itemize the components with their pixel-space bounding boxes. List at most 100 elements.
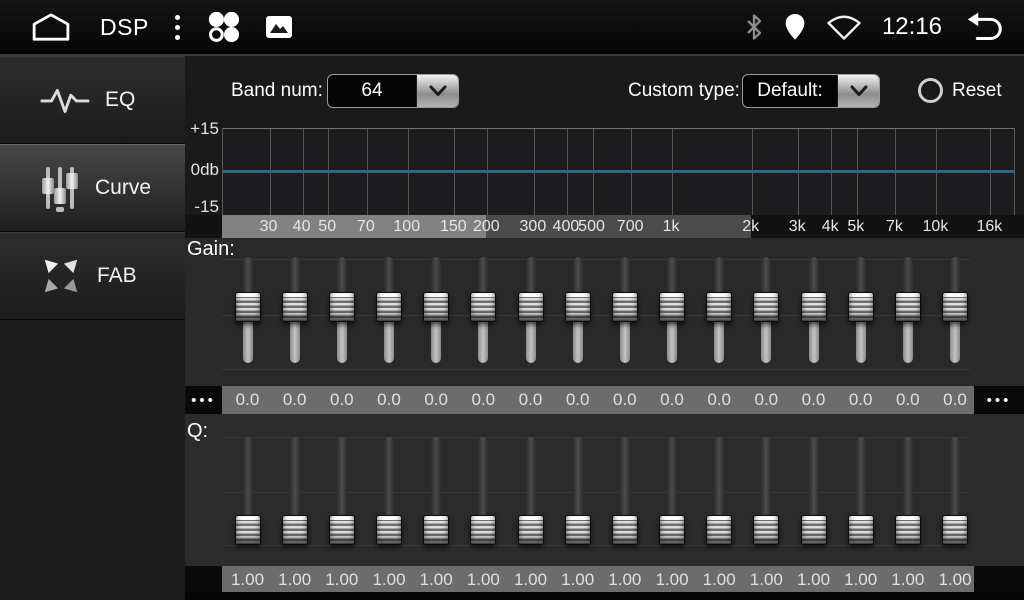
gain-slider-15[interactable]: [895, 238, 921, 386]
q-slider-6[interactable]: [470, 414, 496, 562]
gain-slider-thumb[interactable]: [470, 292, 496, 322]
gain-slider-4[interactable]: [376, 238, 402, 386]
freq-tick-label: 400: [553, 215, 580, 238]
q-value-6: 1.00: [467, 566, 500, 593]
freq-tick-label: 2k: [742, 215, 759, 238]
gain-slider-9[interactable]: [612, 238, 638, 386]
apps-clover-icon[interactable]: [206, 10, 240, 44]
freq-tick-label: 4k: [822, 215, 839, 238]
gain-slider-thumb[interactable]: [706, 292, 732, 322]
q-slider-16[interactable]: [942, 414, 968, 562]
q-values-row: 1.001.001.001.001.001.001.001.001.001.00…: [185, 566, 1024, 592]
gain-overflow-right-button[interactable]: •••: [974, 386, 1024, 414]
gain-slider-2[interactable]: [282, 238, 308, 386]
q-slider-thumb[interactable]: [235, 515, 261, 545]
q-slider-10[interactable]: [659, 414, 685, 562]
freq-tick-label: 500: [578, 215, 605, 238]
gain-slider-thumb[interactable]: [376, 292, 402, 322]
gain-slider-7[interactable]: [518, 238, 544, 386]
gain-slider-3[interactable]: [329, 238, 355, 386]
frequency-axis: 304050701001502003004005007001k2k3k4k5k7…: [185, 215, 1024, 238]
gain-slider-thumb[interactable]: [329, 292, 355, 322]
gain-slider-thumb[interactable]: [895, 292, 921, 322]
q-slider-thumb[interactable]: [895, 515, 921, 545]
reset-radio[interactable]: [918, 78, 943, 103]
gain-slider-thumb[interactable]: [848, 292, 874, 322]
gain-slider-1[interactable]: [235, 238, 261, 386]
sidebar-item-eq[interactable]: EQ: [0, 56, 185, 144]
q-slider-8[interactable]: [565, 414, 591, 562]
q-slider-thumb[interactable]: [942, 515, 968, 545]
chevron-down-icon[interactable]: [416, 75, 458, 107]
gain-slider-thumb[interactable]: [801, 292, 827, 322]
q-slider-4[interactable]: [376, 414, 402, 562]
gain-slider-thumb[interactable]: [612, 292, 638, 322]
gain-slider-14[interactable]: [848, 238, 874, 386]
gain-slider-thumb[interactable]: [282, 292, 308, 322]
q-value-9: 1.00: [608, 566, 641, 593]
q-slider-12[interactable]: [753, 414, 779, 562]
q-slider-15[interactable]: [895, 414, 921, 562]
freq-tick-label: 700: [617, 215, 644, 238]
q-slider-thumb[interactable]: [376, 515, 402, 545]
gain-value-15: 0.0: [896, 386, 920, 413]
clock: 12:16: [882, 13, 942, 41]
sidebar-item-fab[interactable]: FAB: [0, 232, 185, 320]
gain-slider-13[interactable]: [801, 238, 827, 386]
q-slider-5[interactable]: [423, 414, 449, 562]
q-slider-thumb[interactable]: [848, 515, 874, 545]
gain-value-2: 0.0: [283, 386, 307, 413]
gain-slider-thumb[interactable]: [942, 292, 968, 322]
q-slider-thumb[interactable]: [423, 515, 449, 545]
gain-slider-thumb[interactable]: [565, 292, 591, 322]
q-slider-thumb[interactable]: [706, 515, 732, 545]
q-values-band: 1.001.001.001.001.001.001.001.001.001.00…: [222, 566, 974, 592]
gain-slider-5[interactable]: [423, 238, 449, 386]
custom-type-dropdown[interactable]: Default:: [742, 74, 880, 108]
q-slider-3[interactable]: [329, 414, 355, 562]
gain-slider-thumb[interactable]: [518, 292, 544, 322]
gain-slider-8[interactable]: [565, 238, 591, 386]
q-value-14: 1.00: [844, 566, 877, 593]
sidebar-item-curve[interactable]: Curve: [0, 144, 185, 232]
q-slider-14[interactable]: [848, 414, 874, 562]
gain-slider-10[interactable]: [659, 238, 685, 386]
freq-tick-label: 30: [260, 215, 278, 238]
bottom-strip: [185, 592, 1024, 600]
q-slider-1[interactable]: [235, 414, 261, 562]
gain-slider-thumb[interactable]: [423, 292, 449, 322]
gain-slider-thumb[interactable]: [659, 292, 685, 322]
q-slider-9[interactable]: [612, 414, 638, 562]
q-overflow-left-button[interactable]: [185, 566, 222, 592]
gain-slider-6[interactable]: [470, 238, 496, 386]
back-return-icon[interactable]: [962, 12, 1006, 43]
q-slider-thumb[interactable]: [282, 515, 308, 545]
overflow-menu-icon[interactable]: [175, 15, 180, 40]
q-value-15: 1.00: [891, 566, 924, 593]
band-num-dropdown[interactable]: 64: [327, 74, 459, 108]
q-slider-2[interactable]: [282, 414, 308, 562]
home-icon[interactable]: [28, 12, 74, 42]
gain-slider-thumb[interactable]: [235, 292, 261, 322]
gain-overflow-left-button[interactable]: •••: [185, 386, 222, 414]
q-slider-thumb[interactable]: [565, 515, 591, 545]
q-slider-thumb[interactable]: [801, 515, 827, 545]
q-slider-thumb[interactable]: [470, 515, 496, 545]
q-slider-13[interactable]: [801, 414, 827, 562]
q-slider-thumb[interactable]: [612, 515, 638, 545]
q-slider-thumb[interactable]: [659, 515, 685, 545]
q-slider-thumb[interactable]: [329, 515, 355, 545]
q-slider-7[interactable]: [518, 414, 544, 562]
chevron-down-icon[interactable]: [837, 75, 879, 107]
freq-tick-label: 100: [393, 215, 420, 238]
q-value-8: 1.00: [561, 566, 594, 593]
gain-slider-11[interactable]: [706, 238, 732, 386]
q-slider-thumb[interactable]: [518, 515, 544, 545]
gain-slider-12[interactable]: [753, 238, 779, 386]
gain-slider-16[interactable]: [942, 238, 968, 386]
q-overflow-right-button[interactable]: [974, 566, 1024, 592]
q-slider-11[interactable]: [706, 414, 732, 562]
gallery-icon[interactable]: [266, 16, 292, 38]
gain-slider-thumb[interactable]: [753, 292, 779, 322]
q-slider-thumb[interactable]: [753, 515, 779, 545]
